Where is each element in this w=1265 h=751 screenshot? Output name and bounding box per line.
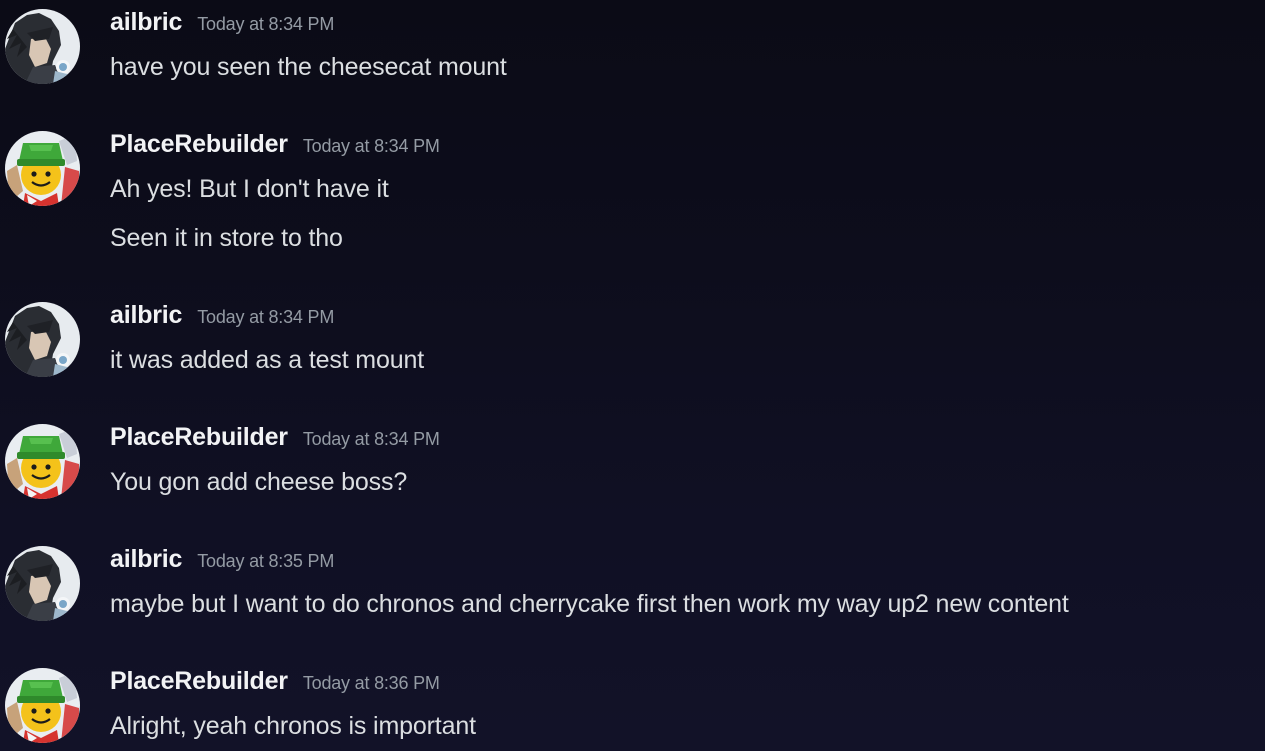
message-group: PlaceRebuilder Today at 8:34 PM You gon … xyxy=(0,415,1265,525)
message-text: Seen it in store to tho xyxy=(110,224,343,252)
message-group: ailbric Today at 8:34 PM have you seen t… xyxy=(0,0,1265,110)
username[interactable]: PlaceRebuilder xyxy=(110,667,288,696)
message-header: PlaceRebuilder Today at 8:36 PM xyxy=(110,667,440,701)
message-group: ailbric Today at 8:34 PM it was added as… xyxy=(0,293,1265,403)
timestamp[interactable]: Today at 8:35 PM xyxy=(197,551,334,572)
placerebuilder-avatar-icon xyxy=(5,668,80,743)
placerebuilder-avatar-icon xyxy=(5,131,80,206)
ailbric-avatar-icon xyxy=(5,9,80,84)
message-text: maybe but I want to do chronos and cherr… xyxy=(110,590,1069,618)
ailbric-avatar-icon xyxy=(5,302,80,377)
timestamp[interactable]: Today at 8:36 PM xyxy=(303,673,440,694)
user-avatar[interactable] xyxy=(5,668,80,743)
message-text: Ah yes! But I don't have it xyxy=(110,175,389,203)
message-group: PlaceRebuilder Today at 8:34 PM Ah yes! … xyxy=(0,122,1265,292)
user-avatar[interactable] xyxy=(5,302,80,377)
timestamp[interactable]: Today at 8:34 PM xyxy=(303,136,440,157)
ailbric-avatar-icon xyxy=(5,546,80,621)
message-header: PlaceRebuilder Today at 8:34 PM xyxy=(110,130,440,164)
timestamp[interactable]: Today at 8:34 PM xyxy=(197,14,334,35)
message-group: PlaceRebuilder Today at 8:36 PM Alright,… xyxy=(0,659,1265,751)
message-header: ailbric Today at 8:35 PM xyxy=(110,545,334,579)
username[interactable]: PlaceRebuilder xyxy=(110,130,288,159)
username[interactable]: ailbric xyxy=(110,8,182,37)
message-text: have you seen the cheesecat mount xyxy=(110,53,507,81)
timestamp[interactable]: Today at 8:34 PM xyxy=(197,307,334,328)
username[interactable]: ailbric xyxy=(110,545,182,574)
username[interactable]: ailbric xyxy=(110,301,182,330)
message-group: ailbric Today at 8:35 PM maybe but I wan… xyxy=(0,537,1265,647)
message-header: ailbric Today at 8:34 PM xyxy=(110,8,334,42)
username[interactable]: PlaceRebuilder xyxy=(110,423,288,452)
chat-message-list: ailbric Today at 8:34 PM have you seen t… xyxy=(0,0,1265,751)
user-avatar[interactable] xyxy=(5,131,80,206)
message-text: You gon add cheese boss? xyxy=(110,468,408,496)
user-avatar[interactable] xyxy=(5,424,80,499)
message-header: ailbric Today at 8:34 PM xyxy=(110,301,334,335)
user-avatar[interactable] xyxy=(5,9,80,84)
message-text: Alright, yeah chronos is important xyxy=(110,712,476,740)
user-avatar[interactable] xyxy=(5,546,80,621)
timestamp[interactable]: Today at 8:34 PM xyxy=(303,429,440,450)
message-header: PlaceRebuilder Today at 8:34 PM xyxy=(110,423,440,457)
message-text: it was added as a test mount xyxy=(110,346,425,374)
placerebuilder-avatar-icon xyxy=(5,424,80,499)
